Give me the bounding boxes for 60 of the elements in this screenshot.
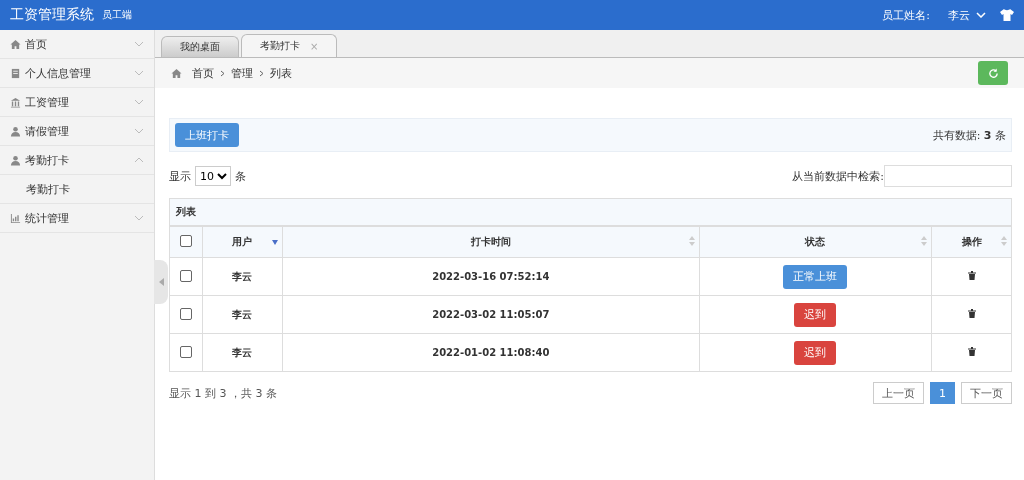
table-cell: 2022-03-02 11:05:07 xyxy=(282,295,700,334)
checkbox[interactable] xyxy=(180,345,192,358)
sidebar-subitem[interactable]: 考勤打卡 xyxy=(0,175,154,204)
breadcrumb-item[interactable]: 首页 xyxy=(192,65,214,81)
table-cell: 李云 xyxy=(202,333,283,372)
sidebar-item[interactable]: 考勤打卡 xyxy=(0,146,154,175)
table-cell: 李云 xyxy=(202,257,283,296)
trash-icon[interactable] xyxy=(967,271,976,280)
table-caption: 列表 xyxy=(169,198,1012,226)
user-menu[interactable]: 李云 xyxy=(948,7,970,23)
table-cell: 李云 xyxy=(202,295,283,334)
column-header[interactable]: 状态 xyxy=(699,226,932,258)
sidebar-item[interactable]: 统计管理 xyxy=(0,204,154,233)
table-info: 显示 1 到 3 ，共 3 条 xyxy=(169,385,277,401)
sidebar-item[interactable]: 首页 xyxy=(0,30,154,59)
page-size-unit: 条 xyxy=(235,168,246,184)
checkbox[interactable] xyxy=(180,307,192,320)
search-label: 从当前数据中检索: xyxy=(792,168,884,184)
trash-icon[interactable] xyxy=(967,309,976,318)
table-cell: 2022-01-02 11:08:40 xyxy=(282,333,700,372)
chart-icon xyxy=(10,212,21,224)
page-size-label: 显示 xyxy=(169,168,191,184)
sidebar-item[interactable]: 工资管理 xyxy=(0,88,154,117)
chevron-down-icon[interactable] xyxy=(976,12,986,18)
checkbox[interactable] xyxy=(180,235,192,247)
column-header[interactable]: 用户 xyxy=(202,226,283,258)
chevron-right-icon xyxy=(220,69,225,77)
sidebar-item[interactable]: 请假管理 xyxy=(0,117,154,146)
status-badge: 迟到 xyxy=(794,340,837,365)
search-field[interactable] xyxy=(884,165,1012,187)
book-icon xyxy=(10,67,21,79)
next-page-button[interactable]: 下一页 xyxy=(961,382,1012,404)
chevron-right-icon xyxy=(259,69,264,77)
column-header[interactable]: 操作 xyxy=(931,226,1012,258)
checkbox[interactable] xyxy=(180,269,192,282)
collapse-handle[interactable] xyxy=(154,260,168,304)
status-badge: 迟到 xyxy=(794,302,837,327)
shirt-icon[interactable] xyxy=(1000,8,1014,22)
user-label: 员工姓名: xyxy=(882,7,930,23)
app-subtitle: 员工端 xyxy=(102,8,132,22)
breadcrumb-item: 列表 xyxy=(270,65,292,81)
bank-icon xyxy=(10,96,21,108)
home-icon xyxy=(10,38,21,50)
user-icon xyxy=(10,125,21,137)
previous-page-button[interactable]: 上一页 xyxy=(873,382,924,404)
page-tab[interactable]: 我的桌面 xyxy=(161,36,239,57)
home-icon xyxy=(171,67,182,79)
breadcrumb-item[interactable]: 管理 xyxy=(231,65,253,81)
user-icon xyxy=(10,154,21,166)
trash-icon[interactable] xyxy=(967,347,976,356)
sidebar-item[interactable]: 个人信息管理 xyxy=(0,59,154,88)
app-title: 工资管理系统 xyxy=(10,6,94,24)
page-size-select[interactable]: 10 xyxy=(195,166,231,186)
column-header[interactable]: 打卡时间 xyxy=(282,226,700,258)
refresh-icon xyxy=(987,67,999,79)
caret-left-icon xyxy=(158,278,164,286)
total-count-text: 共有数据: 3 条 xyxy=(932,127,1006,143)
table-cell: 2022-03-16 07:52:14 xyxy=(282,257,700,296)
status-badge: 正常上班 xyxy=(783,264,848,289)
page-tab[interactable]: 考勤打卡 × xyxy=(241,34,338,57)
